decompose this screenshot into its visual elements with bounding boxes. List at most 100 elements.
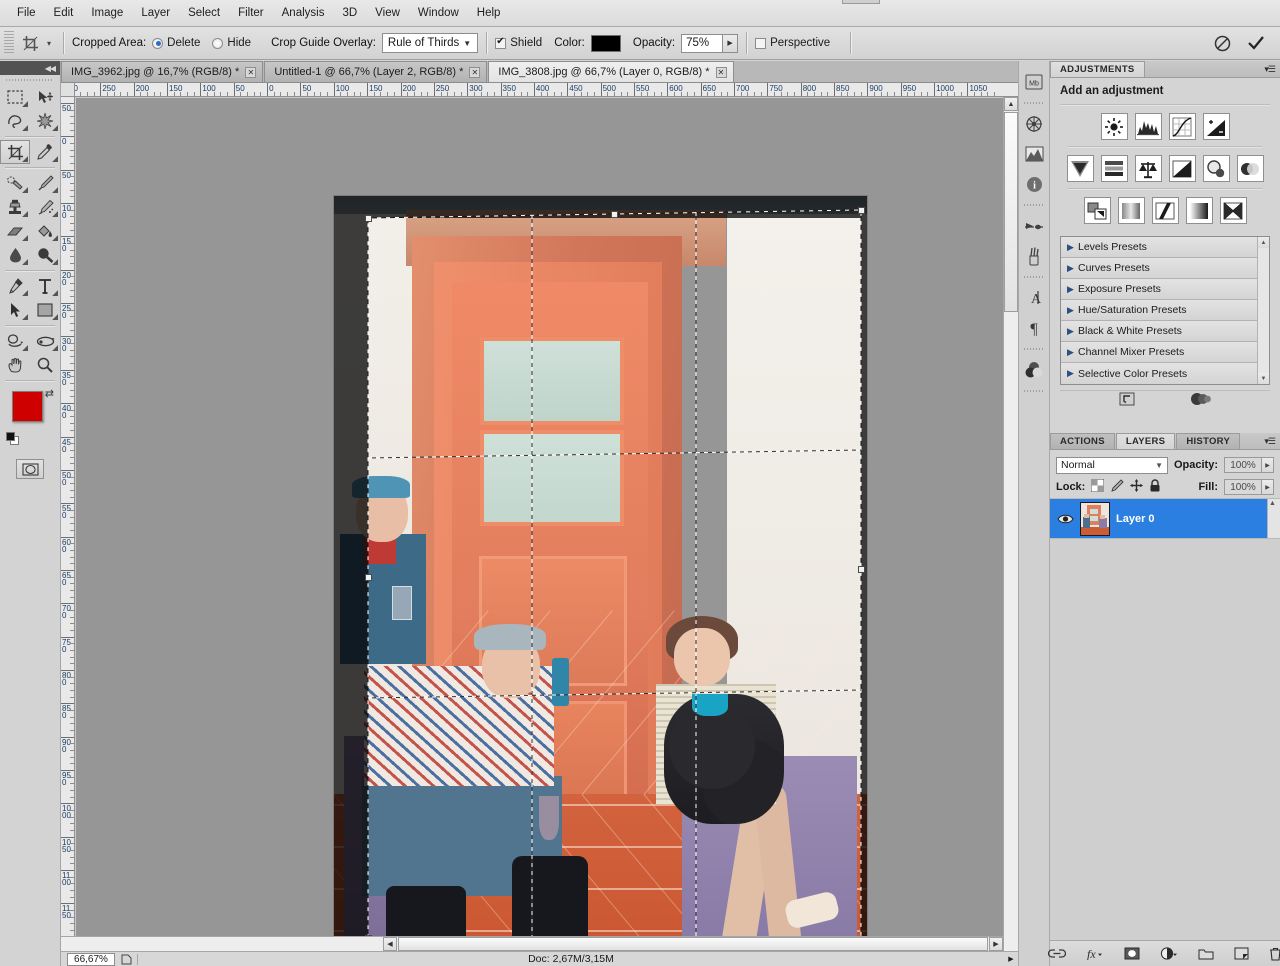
vibrance-icon[interactable] (1066, 155, 1094, 182)
window-restore-button[interactable] (842, 0, 880, 4)
layer-fill-input[interactable]: 100% (1224, 479, 1262, 495)
toolbox-collapse-header[interactable]: ◀◀ (0, 61, 60, 75)
status-popup-arrow-icon[interactable]: ▶ (1004, 955, 1018, 963)
scroll-right-button[interactable]: ▶ (989, 937, 1003, 951)
posterize-icon[interactable] (1117, 197, 1145, 224)
rectangular-marquee-tool[interactable] (0, 85, 30, 109)
panel-menu-icon[interactable]: ▾☰ (1264, 64, 1276, 75)
preset-black-white[interactable]: ▶ Black & White Presets (1061, 321, 1257, 342)
menu-item-analysis[interactable]: Analysis (273, 3, 334, 23)
move-tool[interactable] (30, 85, 60, 109)
photo-filter-icon[interactable] (1202, 155, 1230, 182)
hue-saturation-icon[interactable] (1100, 155, 1128, 182)
rail-grip[interactable] (1024, 387, 1044, 395)
pen-tool[interactable] (0, 274, 30, 298)
tab-adjustments[interactable]: ADJUSTMENTS (1050, 61, 1145, 77)
kuler-icon[interactable] (1019, 109, 1049, 139)
document-tab-untitled1[interactable]: Untitled-1 @ 66,7% (Layer 2, RGB/8) * ✕ (264, 61, 488, 82)
mini-bridge-icon[interactable]: Mb (1019, 67, 1049, 97)
lock-all-icon[interactable] (1149, 479, 1161, 495)
image-canvas[interactable] (334, 196, 867, 966)
tab-layers[interactable]: LAYERS (1115, 433, 1176, 449)
brightness-contrast-icon[interactable] (1100, 113, 1128, 140)
panel-menu-icon[interactable]: ▾☰ (1264, 436, 1276, 447)
zoom-tool[interactable] (30, 353, 60, 377)
info-icon[interactable]: i (1019, 169, 1049, 199)
shield-checkbox[interactable]: Shield (495, 36, 542, 49)
rail-grip[interactable] (1024, 273, 1044, 281)
document-tab-img3808[interactable]: IMG_3808.jpg @ 66,7% (Layer 0, RGB/8) * … (488, 61, 734, 82)
paragraph-icon[interactable]: ¶ (1019, 313, 1049, 343)
perspective-checkbox[interactable]: Perspective (755, 37, 830, 49)
tool-presets-icon[interactable] (1019, 211, 1049, 241)
history-brush-tool[interactable] (30, 195, 60, 219)
scroll-down-button[interactable]: ▼ (1258, 373, 1269, 384)
crop-tool[interactable] (0, 140, 30, 164)
tab-history[interactable]: HISTORY (1176, 433, 1241, 449)
adjustment-layer-icon[interactable] (1160, 945, 1178, 963)
delete-layer-icon[interactable] (1269, 945, 1280, 963)
swap-colors-icon[interactable]: ⇄ (45, 387, 54, 400)
cropped-area-delete-radio[interactable]: Delete (152, 37, 200, 49)
shield-color-swatch[interactable] (590, 34, 621, 52)
menu-item-layer[interactable]: Layer (132, 3, 179, 23)
scroll-up-button[interactable]: ▲ (1258, 237, 1269, 248)
commit-crop-icon[interactable] (1246, 33, 1266, 53)
exposure-icon[interactable] (1202, 113, 1230, 140)
path-selection-tool[interactable] (0, 298, 30, 322)
preset-hue-saturation[interactable]: ▶ Hue/Saturation Presets (1061, 300, 1257, 321)
document-tab-img3962[interactable]: IMG_3962.jpg @ 16,7% (RGB/8) * ✕ (61, 61, 264, 82)
3d-rotate-tool[interactable] (0, 329, 30, 353)
scroll-up-button[interactable]: ▲ (1004, 97, 1018, 111)
new-group-icon[interactable] (1198, 945, 1214, 963)
horizontal-type-tool[interactable] (30, 274, 60, 298)
close-icon[interactable]: ✕ (245, 66, 257, 78)
zoom-level-input[interactable]: 66,67% (67, 952, 115, 966)
foreground-color-swatch[interactable] (12, 391, 43, 422)
hand-tool[interactable] (0, 353, 30, 377)
close-icon[interactable]: ✕ (469, 66, 481, 78)
presets-scrollbar[interactable]: ▲ ▼ (1257, 237, 1269, 384)
toolbox-grip[interactable] (6, 77, 54, 84)
clone-stamp-tool[interactable] (0, 195, 30, 219)
histogram-icon[interactable] (1019, 139, 1049, 169)
paint-bucket-tool[interactable] (30, 219, 60, 243)
black-white-icon[interactable] (1168, 155, 1196, 182)
levels-icon[interactable] (1134, 113, 1162, 140)
layer-visibility-eye-icon[interactable] (1056, 513, 1074, 525)
layer-row-layer0[interactable]: Layer 0 ▲ (1050, 499, 1280, 539)
brush-presets-icon[interactable] (1019, 241, 1049, 271)
preset-selective-color[interactable]: ▶ Selective Color Presets (1061, 363, 1257, 384)
vertical-scroll-thumb[interactable] (1004, 112, 1018, 312)
menu-item-select[interactable]: Select (179, 3, 229, 23)
layer-fill-control[interactable]: 100% ▶ (1224, 479, 1274, 495)
preset-curves[interactable]: ▶ Curves Presets (1061, 258, 1257, 279)
layer-list-scrollbar[interactable]: ▲ (1267, 499, 1280, 538)
close-icon[interactable]: ✕ (715, 66, 727, 78)
brush-tool[interactable] (30, 171, 60, 195)
cancel-crop-icon[interactable] (1212, 33, 1232, 53)
eyedropper-tool[interactable] (30, 140, 60, 164)
layer-fill-stepper[interactable]: ▶ (1262, 479, 1274, 495)
menu-item-help[interactable]: Help (468, 3, 510, 23)
preset-levels[interactable]: ▶ Levels Presets (1061, 237, 1257, 258)
character-icon[interactable]: A (1019, 283, 1049, 313)
crop-tool-icon[interactable] (17, 31, 43, 55)
canvas-area[interactable] (76, 98, 1003, 966)
expand-view-icon[interactable] (1119, 392, 1135, 409)
horizontal-scroll-thumb[interactable] (398, 937, 988, 951)
preset-channel-mixer[interactable]: ▶ Channel Mixer Presets (1061, 342, 1257, 363)
channel-mixer-icon[interactable] (1236, 155, 1264, 182)
scroll-left-button[interactable]: ◀ (383, 937, 397, 951)
lasso-tool[interactable] (0, 109, 30, 133)
layer-opacity-control[interactable]: 100% ▶ (1224, 457, 1274, 473)
new-layer-icon[interactable] (1234, 945, 1249, 963)
lock-image-icon[interactable] (1110, 479, 1124, 495)
magic-wand-tool[interactable] (30, 109, 60, 133)
eraser-tool[interactable] (0, 219, 30, 243)
lock-position-icon[interactable] (1130, 479, 1144, 495)
crop-guide-overlay-select[interactable]: Rule of Thirds ▼ (381, 33, 479, 53)
preset-exposure[interactable]: ▶ Exposure Presets (1061, 279, 1257, 300)
threshold-icon[interactable] (1151, 197, 1179, 224)
layer-thumbnail[interactable] (1080, 501, 1110, 536)
